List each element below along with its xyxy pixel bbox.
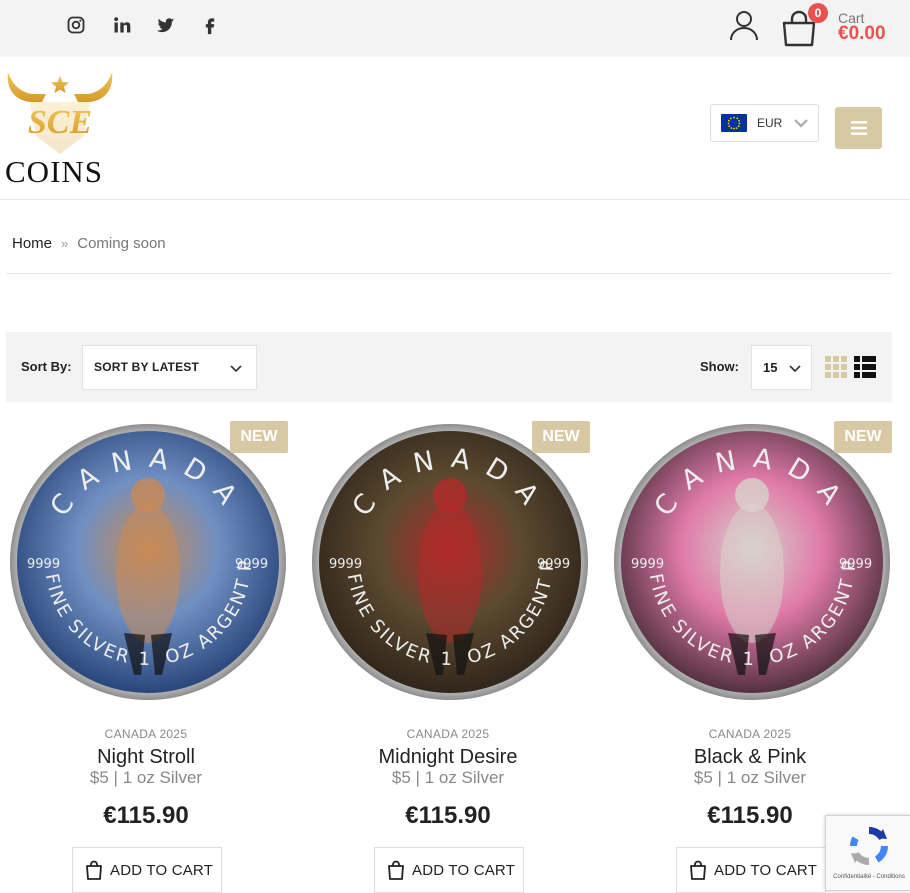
- product-subtitle: $5 | 1 oz Silver: [89, 768, 203, 787]
- add-to-cart-label: ADD TO CART: [110, 862, 214, 879]
- recaptcha-icon: [849, 826, 889, 866]
- facebook-icon[interactable]: [199, 14, 221, 36]
- shop-toolbar: Sort By: SORT BY LATEST Show: 15: [6, 332, 892, 402]
- product-price: €115.90: [103, 802, 189, 829]
- coin-image[interactable]: CANADA 9999 9999 FINE SILVER 1 OZ ARGENT…: [9, 423, 287, 701]
- top-bar: 0 Cart €0.00: [0, 0, 910, 57]
- shopping-bag-icon: [86, 860, 102, 880]
- breadcrumb-home-link[interactable]: Home: [12, 235, 52, 252]
- currency-code: EUR: [757, 116, 783, 130]
- new-badge: NEW: [230, 421, 288, 453]
- product-title[interactable]: Midnight Desire: [308, 746, 588, 769]
- twitter-icon[interactable]: [155, 14, 177, 36]
- product-category[interactable]: CANADA 2025: [6, 727, 286, 741]
- linkedin-icon[interactable]: [111, 14, 133, 36]
- instagram-icon[interactable]: [65, 14, 87, 36]
- chevron-down-icon: [229, 362, 243, 374]
- add-to-cart-button[interactable]: ADD TO CART: [374, 847, 524, 893]
- logo-monogram: SCE: [28, 104, 92, 141]
- add-to-cart-label: ADD TO CART: [412, 862, 516, 879]
- add-to-cart-button[interactable]: ADD TO CART: [72, 847, 222, 893]
- coin-image[interactable]: CANADA 9999 9999 FINE SILVER 1 OZ ARGENT…: [613, 423, 891, 701]
- shopping-bag-icon: [388, 860, 404, 880]
- sort-select[interactable]: SORT BY LATEST: [82, 345, 257, 390]
- new-badge: NEW: [532, 421, 590, 453]
- logo-wordmark: COINS: [5, 154, 104, 189]
- product-title[interactable]: Black & Pink: [610, 746, 890, 769]
- grid-view-icon[interactable]: [825, 356, 847, 378]
- product-subtitle: $5 | 1 oz Silver: [391, 768, 505, 787]
- product-category[interactable]: CANADA 2025: [308, 727, 588, 741]
- per-page-select[interactable]: 15: [751, 345, 812, 390]
- breadcrumb-divider: [6, 273, 892, 274]
- product-title[interactable]: Night Stroll: [6, 746, 286, 769]
- shopping-bag-icon: [690, 860, 706, 880]
- cart-total[interactable]: €0.00: [838, 23, 886, 45]
- sort-label: Sort By:: [21, 359, 72, 374]
- svg-text:9999: 9999: [329, 557, 362, 572]
- svg-text:1: 1: [440, 649, 452, 670]
- product-subtitle: $5 | 1 oz Silver: [693, 768, 807, 787]
- product-card[interactable]: CANADA 9999 9999 FINE SILVER 1 OZ ARGENT…: [308, 420, 590, 893]
- svg-text:1: 1: [138, 649, 150, 670]
- product-card[interactable]: CANADA 9999 9999 FINE SILVER 1 OZ ARGENT…: [6, 420, 288, 893]
- svg-text:9999: 9999: [631, 557, 664, 572]
- breadcrumb: Home » Coming soon: [12, 235, 166, 252]
- eu-flag-icon: [721, 114, 747, 132]
- show-label: Show:: [700, 359, 739, 374]
- add-to-cart-label: ADD TO CART: [714, 862, 818, 879]
- svg-text:1: 1: [742, 649, 754, 670]
- recaptcha-links[interactable]: Confidentialité - Conditions: [828, 874, 910, 880]
- new-badge: NEW: [834, 421, 892, 453]
- chevron-down-icon: [793, 116, 809, 130]
- menu-toggle-button[interactable]: [835, 107, 882, 149]
- coin-image[interactable]: CANADA 9999 9999 FINE SILVER 1 OZ ARGENT…: [311, 423, 589, 701]
- breadcrumb-current: Coming soon: [77, 235, 166, 252]
- recaptcha-badge[interactable]: Confidentialité - Conditions: [825, 815, 910, 891]
- product-category[interactable]: CANADA 2025: [610, 727, 890, 741]
- sort-select-value: SORT BY LATEST: [94, 360, 200, 374]
- user-icon[interactable]: [728, 9, 760, 41]
- svg-text:9999: 9999: [27, 557, 60, 572]
- list-view-icon[interactable]: [854, 356, 876, 378]
- chevron-down-icon: [788, 362, 802, 374]
- currency-selector[interactable]: EUR: [710, 104, 819, 142]
- header-divider: [0, 199, 910, 200]
- per-page-value: 15: [763, 360, 778, 375]
- cart-count-badge: 0: [808, 3, 828, 23]
- hamburger-icon: [850, 121, 867, 135]
- breadcrumb-separator: »: [61, 236, 69, 251]
- add-to-cart-button[interactable]: ADD TO CART: [676, 847, 826, 893]
- product-price: €115.90: [405, 802, 491, 829]
